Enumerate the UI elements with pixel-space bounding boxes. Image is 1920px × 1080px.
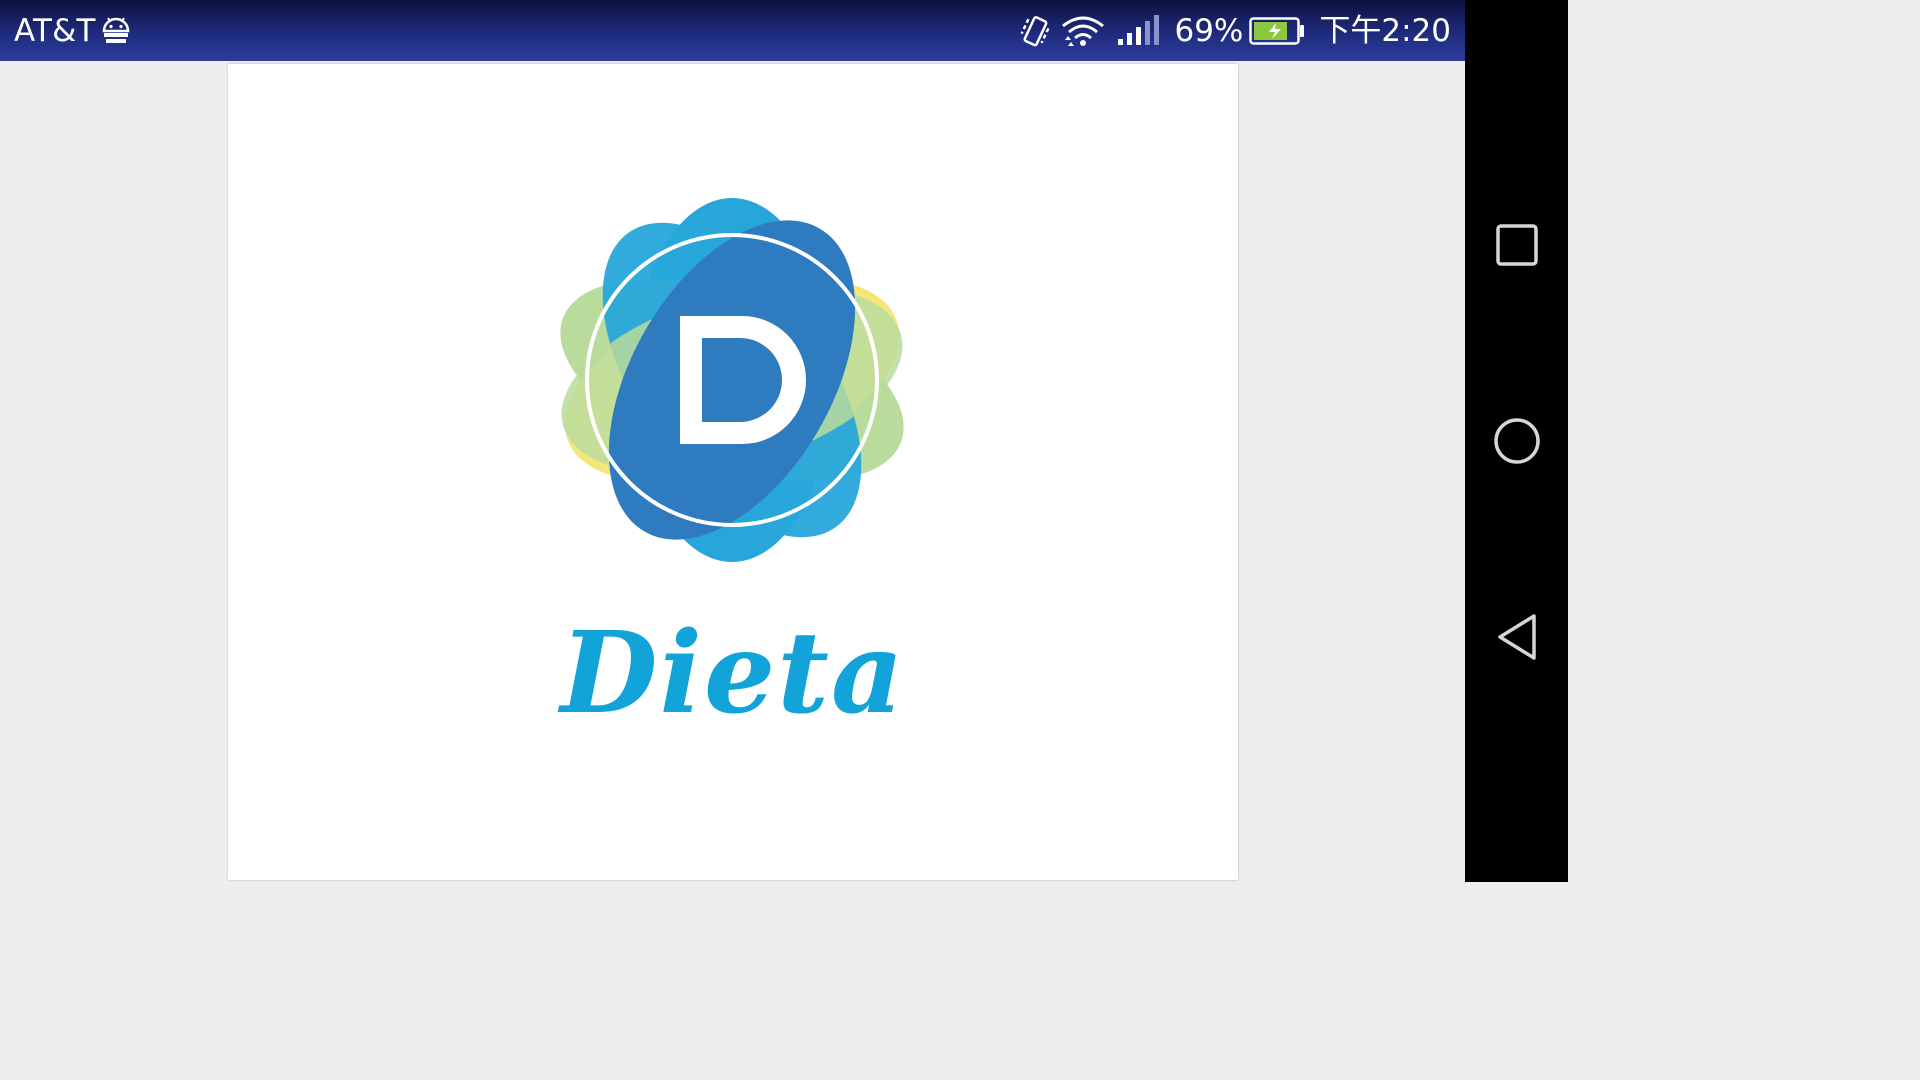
wifi-icon [1062, 16, 1105, 46]
app-name-wordmark: Dieta [560, 608, 906, 739]
battery-charging-icon [1249, 16, 1305, 45]
splash-card: Dieta [228, 64, 1238, 880]
back-button[interactable] [1485, 605, 1549, 669]
battery-percent: 69% [1174, 12, 1244, 49]
back-triangle-icon [1498, 614, 1536, 660]
status-bar: AT&T 69% 下午2:20 [0, 0, 1465, 61]
carrier-label: AT&T [14, 13, 96, 49]
signal-icon [1118, 14, 1160, 45]
app-content: Dieta [0, 61, 1465, 882]
android-icon [102, 17, 130, 43]
clock: 下午2:20 [1319, 12, 1451, 49]
dieta-logo-icon [560, 198, 904, 562]
square-icon [1496, 224, 1538, 266]
recents-button[interactable] [1485, 213, 1549, 277]
circle-icon [1494, 418, 1540, 464]
status-icons: 69% 下午2:20 [1018, 0, 1451, 61]
vibrate-icon [1020, 15, 1050, 46]
navigation-bar [1465, 0, 1568, 882]
phone-screen: AT&T 69% 下午2:20 Dieta [0, 0, 1568, 882]
home-button[interactable] [1485, 409, 1549, 473]
